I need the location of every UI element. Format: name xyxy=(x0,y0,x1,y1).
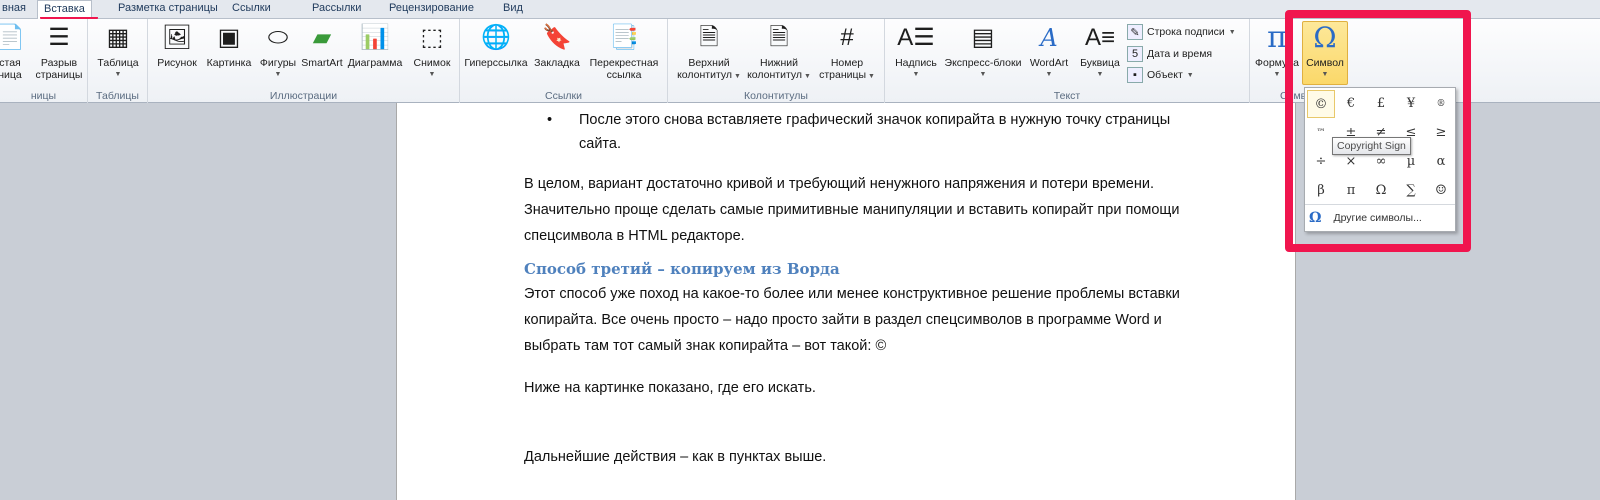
paragraph: выбрать там тот самый знак копирайта – в… xyxy=(524,338,887,354)
tab-references[interactable]: Ссылки xyxy=(226,0,277,19)
picture-button[interactable]: 🖼 Рисунок xyxy=(150,22,204,70)
textbox-icon: A☰ xyxy=(897,24,935,51)
document-page[interactable]: • После этого снова вставляете графическ… xyxy=(396,103,1296,500)
page-number-icon: # xyxy=(840,24,854,51)
page-break-icon: ☰ xyxy=(48,24,70,51)
smartart-icon: ▰ xyxy=(312,24,332,51)
object-icon: ▪ xyxy=(1127,67,1143,83)
screenshot-icon: ⬚ xyxy=(420,24,444,51)
section-heading: Способ третий – копируем из Ворда xyxy=(524,260,840,278)
bookmark-button[interactable]: 🔖 Закладка xyxy=(530,22,584,70)
paragraph: спецсимвола в HTML редакторе. xyxy=(524,228,745,244)
tab-view[interactable]: Вид xyxy=(497,0,529,19)
page-number-button[interactable]: # Номер страницы ▼ xyxy=(814,22,880,83)
footer-icon: 🗎 xyxy=(769,24,789,51)
globe-icon: 🌐 xyxy=(481,24,511,51)
dropdown-arrow-icon: ▼ xyxy=(114,71,122,78)
tab-mailings[interactable]: Рассылки xyxy=(306,0,367,19)
wordart-icon: A xyxy=(1040,24,1058,52)
cross-reference-icon: 📑 xyxy=(609,24,639,51)
smartart-button[interactable]: ▰ SmartArt xyxy=(298,22,346,70)
picture-icon: 🖼 xyxy=(161,24,193,51)
group-tables: ▦ Таблица ▼ Таблицы xyxy=(88,19,148,103)
signature-icon: ✎ xyxy=(1127,24,1143,40)
paragraph: Ниже на картинке показано, где его искат… xyxy=(524,380,816,396)
chart-button[interactable]: 📊 Диаграмма xyxy=(344,22,406,70)
tab-review[interactable]: Рецензирование xyxy=(383,0,480,19)
dropcap-icon: A≡ xyxy=(1084,24,1115,51)
table-button[interactable]: ▦ Таблица ▼ xyxy=(92,22,144,81)
signature-line-button[interactable]: ✎ Строка подписи ▼ xyxy=(1127,24,1236,40)
shapes-icon: ⬭ xyxy=(267,24,289,51)
group-headers-footers: 🗎 Верхний колонтитул ▼ 🗎 Нижний колонтитул ▼… xyxy=(668,19,885,103)
calendar-icon: 5 xyxy=(1127,46,1143,62)
textbox-button[interactable]: A☰ Надпись ▼ xyxy=(889,22,943,81)
group-illustrations: 🖼 Рисунок ▣ Картинка ⬭ Фигуры ▼ ▰ SmartArt 📊 Д… xyxy=(148,19,460,103)
dropcap-button[interactable]: A≡ Буквица ▼ xyxy=(1075,22,1125,81)
clipart-button[interactable]: ▣ Картинка xyxy=(202,22,256,70)
wordart-button[interactable]: A WordArt ▼ xyxy=(1023,22,1075,81)
cross-reference-button[interactable]: 📑 Перекрестная ссылка xyxy=(584,22,664,82)
paragraph: копирайта. Все очень просто – надо прост… xyxy=(524,312,1162,328)
bullet-icon: • xyxy=(547,112,553,128)
header-icon: 🗎 xyxy=(699,24,719,51)
hyperlink-button[interactable]: 🌐 Гиперссылка xyxy=(462,22,530,70)
quick-parts-button[interactable]: ▤ Экспресс-блоки ▼ xyxy=(943,22,1023,81)
paragraph: В целом, вариант достаточно кривой и тре… xyxy=(524,176,1154,192)
highlight-box xyxy=(1285,10,1471,252)
group-text: A☰ Надпись ▼ ▤ Экспресс-блоки ▼ A WordArt ▼ A≡… xyxy=(885,19,1250,103)
page-break-button[interactable]: ☰ Разрыв страницы xyxy=(32,22,86,82)
tab-page-layout[interactable]: Разметка страницы xyxy=(112,0,224,19)
group-links: 🌐 Гиперссылка 🔖 Закладка 📑 Перекрестная ссыл… xyxy=(460,19,668,103)
paragraph: Этот способ уже поход на какое-то более … xyxy=(524,286,1180,302)
paragraph: Дальнейшие действия – как в пунктах выше… xyxy=(524,449,827,465)
group-pages: 📄 стая ница ☰ Разрыв страницы ницы xyxy=(0,19,88,103)
shapes-button[interactable]: ⬭ Фигуры ▼ xyxy=(254,22,302,81)
footer-button[interactable]: 🗎 Нижний колонтитул ▼ xyxy=(744,22,814,83)
quick-parts-icon: ▤ xyxy=(971,24,995,51)
bookmark-icon: 🔖 xyxy=(542,24,572,51)
chart-icon: 📊 xyxy=(360,24,390,51)
bullet-text-cont: сайта. xyxy=(579,136,621,152)
paragraph: Значительно проще сделать самые примитив… xyxy=(524,202,1180,218)
tab-home[interactable]: вная xyxy=(0,0,32,19)
bullet-text: После этого снова вставляете графический… xyxy=(579,112,1171,128)
header-button[interactable]: 🗎 Верхний колонтитул ▼ xyxy=(674,22,744,83)
object-button[interactable]: ▪ Объект ▼ xyxy=(1127,67,1194,83)
page-icon: 📄 xyxy=(0,24,25,51)
date-time-button[interactable]: 5 Дата и время xyxy=(1127,46,1212,62)
screenshot-button[interactable]: ⬚ Снимок ▼ xyxy=(406,22,458,81)
table-icon: ▦ xyxy=(106,24,130,51)
clipart-icon: ▣ xyxy=(217,24,241,51)
blank-page-button[interactable]: 📄 стая ница xyxy=(0,22,30,82)
